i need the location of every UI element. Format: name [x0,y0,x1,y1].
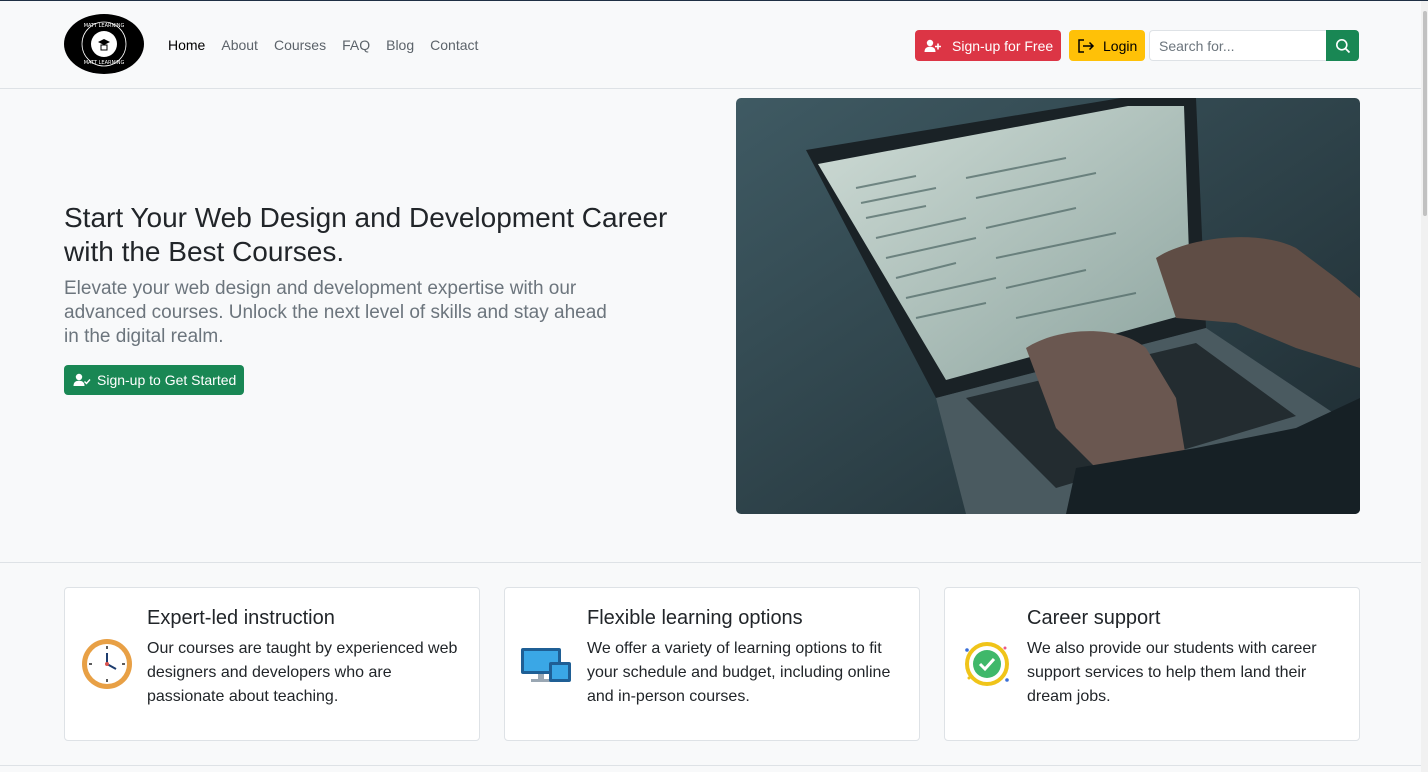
nav-link-about[interactable]: About [221,37,258,53]
person-check-icon [73,373,91,386]
feature-card-flexible: Flexible learning options We offer a var… [504,587,920,741]
hero-lead: Elevate your web design and development … [64,278,607,347]
feature-text: We offer a variety of learning options t… [587,640,891,705]
feature-card-instruction: Expert-led instruction Our courses are t… [64,587,480,741]
hero-title: Start Your Web Design and Development Ca… [64,202,668,267]
signup-free-button[interactable]: Sign-up for Free [915,30,1061,61]
brand-logo[interactable]: MATT LEARNING MATT LEARNING [64,14,144,74]
scrollbar-thumb[interactable] [1423,11,1427,216]
checkmark-badge-icon [965,642,1009,686]
feature-text: We also provide our students with career… [1027,640,1317,705]
search-form [1149,30,1359,61]
feature-card-career: Career support We also provide our stude… [944,587,1360,741]
feature-title: Career support [1027,607,1161,629]
clock-icon [82,639,132,689]
search-input[interactable] [1149,30,1326,61]
section-divider [0,562,1428,563]
main-nav: Home About Courses FAQ Blog Contact [168,37,478,53]
nav-link-courses[interactable]: Courses [274,37,326,53]
svg-text:MATT LEARNING: MATT LEARNING [84,23,125,29]
person-add-icon [924,39,941,52]
laptop-typing-photo [736,98,1360,514]
logo-emblem-icon: MATT LEARNING MATT LEARNING [81,21,127,67]
nav-link-home[interactable]: Home [168,37,205,53]
search-button[interactable] [1326,30,1359,61]
navbar: MATT LEARNING MATT LEARNING Home About C… [0,1,1428,89]
svg-text:MATT LEARNING: MATT LEARNING [84,60,125,66]
nav-link-contact[interactable]: Contact [430,37,478,53]
signup-get-started-button[interactable]: Sign-up to Get Started [64,365,244,395]
feature-title: Flexible learning options [587,607,803,629]
devices-icon [521,648,571,682]
login-icon [1078,38,1095,53]
feature-text: Our courses are taught by experienced we… [147,640,458,705]
search-icon [1335,38,1350,53]
hero-image [736,98,1360,514]
signup-free-label: Sign-up for Free [952,37,1054,54]
login-button[interactable]: Login [1069,30,1145,61]
get-started-label: Sign-up to Get Started [97,372,237,388]
login-label: Login [1103,37,1138,54]
nav-link-faq[interactable]: FAQ [342,37,370,53]
feature-title: Expert-led instruction [147,607,335,629]
nav-link-blog[interactable]: Blog [386,37,414,53]
section-divider [0,765,1428,766]
